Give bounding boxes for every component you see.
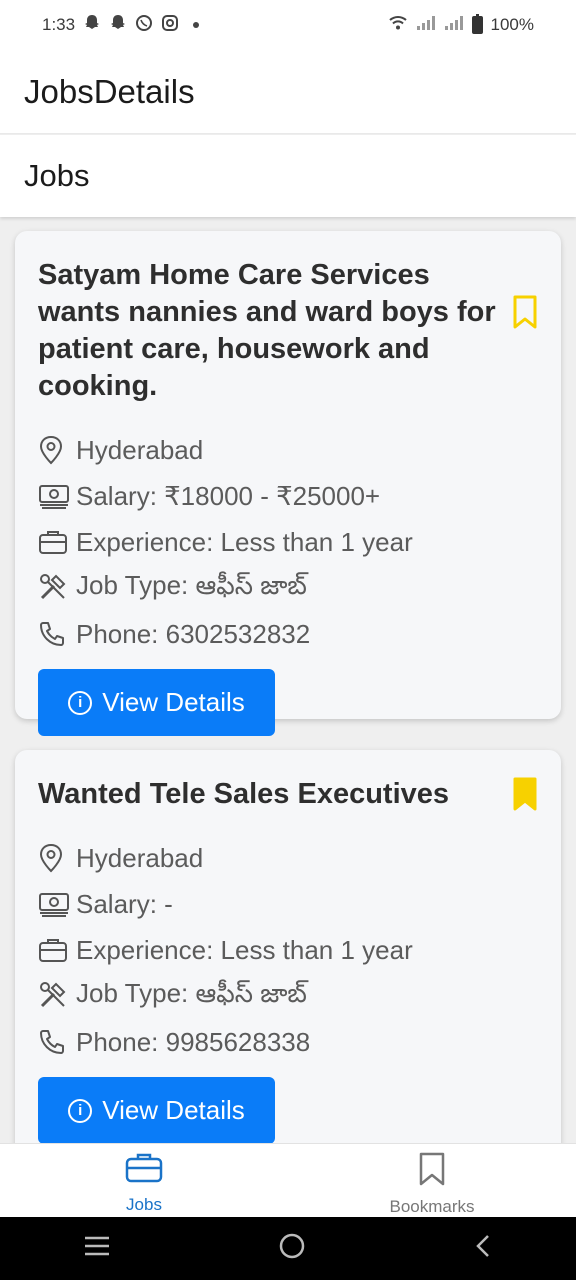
experience-row: Experience: Less than 1 year [38, 519, 561, 565]
phone-text: Phone: 6302532832 [76, 618, 311, 649]
nav-label-jobs: Jobs [126, 1195, 162, 1214]
salary-row: Salary: - [38, 881, 561, 927]
phone-icon [38, 1027, 74, 1057]
phone-icon [38, 619, 74, 649]
snapchat-icon [83, 14, 101, 37]
tools-icon [38, 573, 74, 603]
nav-label-bookmarks: Bookmarks [389, 1197, 475, 1216]
snapchat-icon [109, 14, 127, 37]
signal-icon [416, 15, 436, 36]
experience-text: Experience: Less than 1 year [76, 934, 413, 965]
experience-row: Experience: Less than 1 year [38, 927, 561, 973]
phone-text: Phone: 9985628338 [76, 1026, 311, 1057]
tools-icon [38, 981, 74, 1011]
money-icon [38, 889, 74, 919]
salary-row: Salary: ₹18000 - ₹25000+ [38, 473, 561, 519]
recent-apps-button[interactable] [83, 1235, 111, 1262]
home-button[interactable] [278, 1232, 306, 1265]
signal-icon [444, 15, 464, 36]
app-bar: JobsDetails [0, 50, 576, 134]
status-bar: 1:33 100% [0, 0, 576, 50]
location-text: Hyderabad [76, 434, 204, 465]
whatsapp-icon [135, 14, 153, 37]
bottom-nav: Jobs Bookmarks [0, 1143, 576, 1217]
info-icon: i [68, 1098, 93, 1123]
instagram-icon [161, 14, 179, 37]
job-card[interactable]: Satyam Home Care Services wants nannies … [15, 231, 561, 736]
phone-row: Phone: 9985628338 [38, 1019, 561, 1065]
status-right: 100% [388, 14, 534, 36]
wifi-icon [388, 15, 408, 36]
bookmark-outline-icon[interactable] [513, 295, 537, 334]
job-info: Hyderabad Salary: ₹18000 - ₹25000+ Exper… [38, 427, 561, 657]
job-title: Wanted Tele Sales Executives [38, 778, 450, 810]
phone-row: Phone: 6302532832 [38, 611, 561, 657]
job-list[interactable]: Satyam Home Care Services wants nannies … [0, 217, 576, 1143]
app-screen: 1:33 100% JobsDetails Jobs Satyam Home C… [0, 0, 576, 1280]
briefcase-icon [38, 527, 74, 557]
location-text: Hyderabad [76, 842, 204, 873]
briefcase-icon [125, 1152, 163, 1189]
notification-dot [193, 22, 200, 28]
view-details-button[interactable]: i View Details [38, 669, 275, 736]
battery-icon [471, 14, 483, 34]
back-button[interactable] [473, 1233, 493, 1264]
experience-text: Experience: Less than 1 year [76, 526, 413, 557]
view-details-label: View Details [102, 1095, 245, 1125]
status-left: 1:33 [42, 14, 200, 37]
job-type-text: Job Type: ఆఫీస్ జాబ్ [76, 569, 307, 600]
app-title: JobsDetails [24, 72, 195, 110]
status-time: 1:33 [42, 15, 76, 34]
bookmark-icon [418, 1152, 446, 1191]
money-icon [38, 481, 74, 511]
battery-percent: 100% [490, 15, 534, 34]
location-pin-icon [38, 435, 74, 465]
view-details-button[interactable]: i View Details [38, 1077, 275, 1143]
system-nav-bar [0, 1217, 576, 1280]
job-title: Satyam Home Care Services wants nannies … [38, 259, 496, 402]
salary-text: Salary: ₹18000 - ₹25000+ [76, 480, 381, 511]
location-row: Hyderabad [38, 427, 561, 473]
view-details-label: View Details [102, 687, 245, 717]
nav-item-bookmarks[interactable]: Bookmarks [288, 1144, 576, 1217]
section-title: Jobs [24, 158, 90, 193]
job-type-row: Job Type: ఆఫీస్ జాబ్ [38, 565, 561, 611]
nav-item-jobs[interactable]: Jobs [0, 1144, 288, 1217]
job-type-row: Job Type: ఆఫీస్ జాబ్ [38, 973, 561, 1019]
info-icon: i [68, 690, 93, 715]
job-type-text: Job Type: ఆఫీస్ జాబ్ [76, 977, 307, 1008]
bookmark-filled-icon[interactable] [513, 777, 537, 816]
job-info: Hyderabad Salary: - Experience: Less tha… [38, 835, 561, 1065]
section-header: Jobs [0, 135, 576, 217]
briefcase-icon [38, 935, 74, 965]
job-card[interactable]: Wanted Tele Sales Executives Hyderabad S… [15, 750, 561, 1143]
location-pin-icon [38, 843, 74, 873]
location-row: Hyderabad [38, 835, 561, 881]
salary-text: Salary: - [76, 888, 173, 919]
